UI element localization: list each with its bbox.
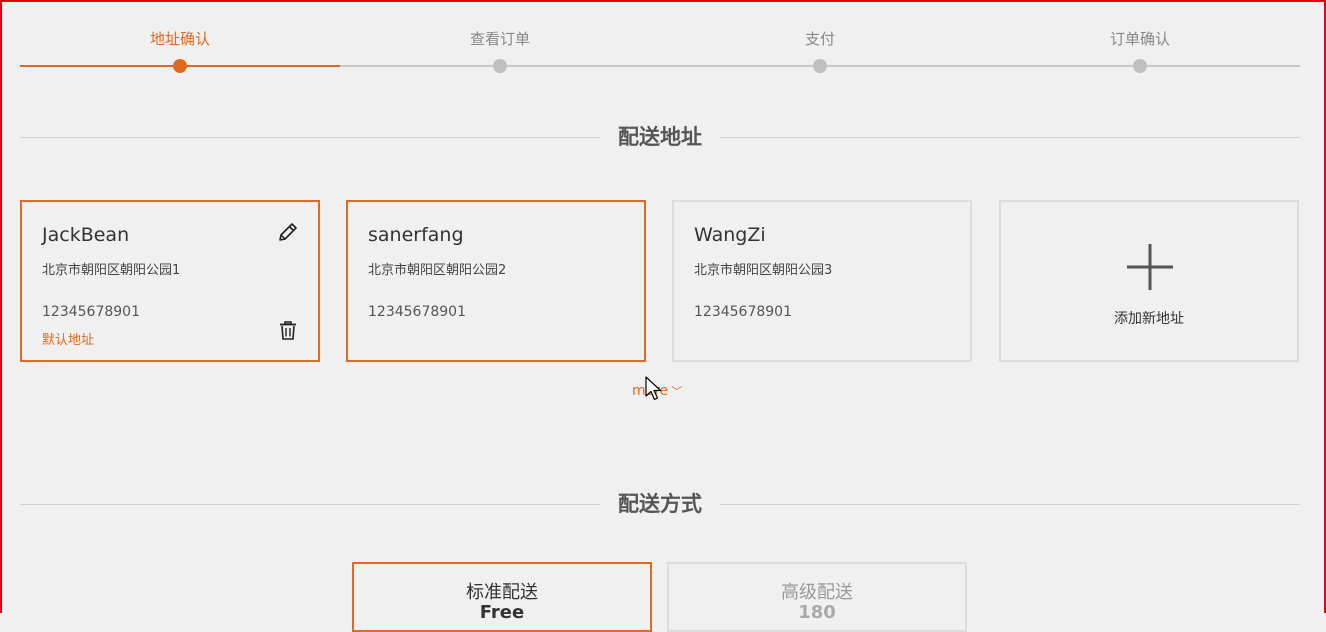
- address-street: 北京市朝阳区朝阳公园2: [368, 263, 507, 278]
- address-name: sanerfang: [368, 224, 464, 246]
- shipping-option-premium[interactable]: 高级配送 180: [667, 562, 967, 632]
- step-dot: [493, 59, 507, 73]
- step-dot: [1133, 59, 1147, 73]
- address-name: JackBean: [42, 224, 130, 246]
- step-order-confirm[interactable]: 订单确认: [980, 0, 1300, 80]
- step-label: 地址确认: [149, 30, 210, 48]
- address-card[interactable]: JackBean 北京市朝阳区朝阳公园1 12345678901 默认地址: [20, 200, 320, 362]
- shipping-section-title: 配送方式: [618, 492, 702, 516]
- chevron-down-icon: ﹀: [671, 385, 683, 398]
- step-label: 订单确认: [1109, 30, 1170, 48]
- step-label: 查看订单: [469, 30, 530, 48]
- divider-line: [20, 137, 600, 138]
- address-phone: 12345678901: [694, 304, 792, 320]
- address-card[interactable]: sanerfang 北京市朝阳区朝阳公园2 12345678901: [346, 200, 646, 362]
- shipping-option-name: 标准配送: [466, 582, 538, 603]
- step-view-order[interactable]: 查看订单: [340, 0, 660, 80]
- step-dot: [173, 59, 187, 73]
- divider-line: [720, 504, 1300, 505]
- checkout-steps: 地址确认 查看订单 支付 订单确认: [20, 0, 1300, 80]
- mouse-cursor-icon: [645, 376, 662, 401]
- address-phone: 12345678901: [42, 304, 140, 320]
- address-section-title: 配送地址: [618, 125, 702, 149]
- step-label: 支付: [804, 30, 835, 48]
- address-phone: 12345678901: [368, 304, 466, 320]
- shipping-option-name: 高级配送: [781, 582, 853, 603]
- edit-address-button[interactable]: [276, 220, 300, 244]
- step-payment[interactable]: 支付: [660, 0, 980, 80]
- step-address-confirm[interactable]: 地址确认: [20, 0, 340, 80]
- address-name: WangZi: [694, 224, 766, 246]
- add-address-button[interactable]: 添加新地址: [999, 200, 1299, 362]
- divider-line: [720, 137, 1300, 138]
- delete-address-button[interactable]: [276, 318, 300, 342]
- address-section-header: 配送地址: [20, 122, 1300, 152]
- divider-line: [20, 504, 600, 505]
- add-address-label: 添加新地址: [1114, 311, 1184, 327]
- default-address-badge: 默认地址: [42, 333, 95, 348]
- address-card[interactable]: WangZi 北京市朝阳区朝阳公园3 12345678901: [672, 200, 972, 362]
- step-dot: [813, 59, 827, 73]
- pencil-icon: [279, 223, 297, 241]
- address-street: 北京市朝阳区朝阳公园3: [694, 263, 833, 278]
- shipping-section-header: 配送方式: [20, 489, 1300, 519]
- plus-icon: [1127, 244, 1173, 290]
- shipping-option-standard[interactable]: 标准配送 Free: [352, 562, 652, 632]
- address-street: 北京市朝阳区朝阳公园1: [42, 263, 181, 278]
- trash-icon: [280, 321, 296, 340]
